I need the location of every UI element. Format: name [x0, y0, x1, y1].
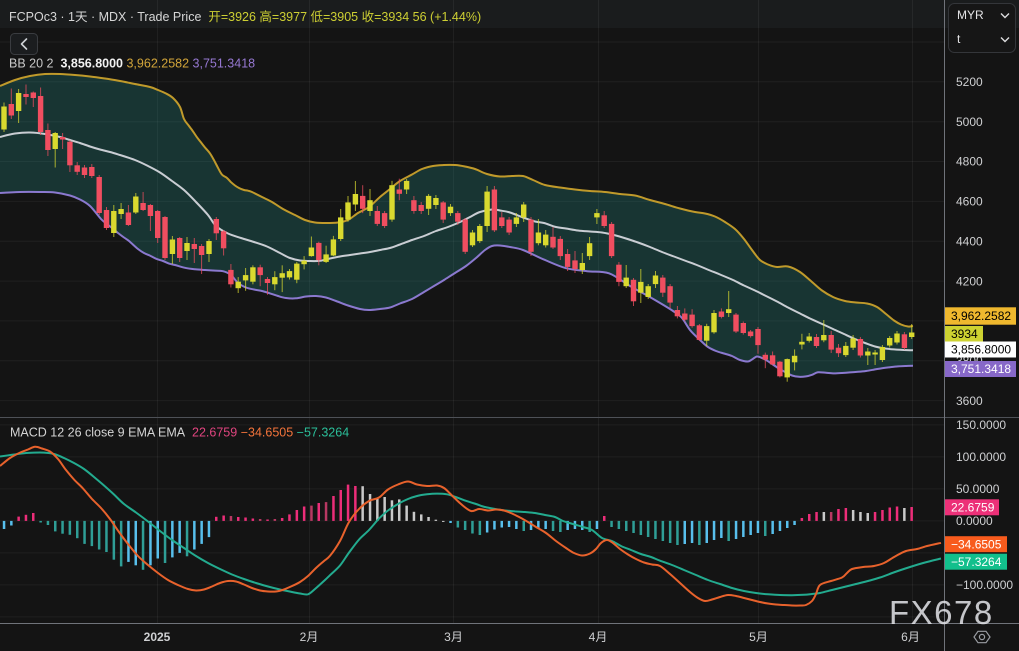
svg-text:3600: 3600 — [956, 394, 983, 408]
svg-text:22.6759: 22.6759 — [951, 501, 995, 515]
svg-text:3月: 3月 — [444, 630, 463, 644]
svg-text:FCPOc3 · 1天 · MDX · Trade Pric: FCPOc3 · 1天 · MDX · Trade Price 开=3926 高… — [9, 9, 481, 24]
svg-text:4200: 4200 — [956, 274, 983, 288]
svg-text:5月: 5月 — [749, 630, 768, 644]
svg-text:MYR: MYR — [957, 8, 984, 22]
svg-text:BB 20 2 3,856.8000 3,962.2582: BB 20 2 3,856.8000 3,962.2582 3,751.3418 — [9, 57, 255, 71]
svg-text:150.0000: 150.0000 — [956, 418, 1006, 432]
svg-text:−34.6505: −34.6505 — [951, 537, 1002, 551]
svg-text:4400: 4400 — [956, 234, 983, 248]
svg-text:MACD 12 26 close 9 EMA EMA 22: MACD 12 26 close 9 EMA EMA 22.6759 −34.6… — [10, 426, 349, 440]
svg-text:−100.0000: −100.0000 — [956, 578, 1013, 592]
svg-text:4月: 4月 — [589, 630, 608, 644]
svg-text:2月: 2月 — [300, 630, 319, 644]
svg-text:3,962.2582: 3,962.2582 — [951, 309, 1011, 323]
svg-text:50.0000: 50.0000 — [956, 482, 1000, 496]
svg-text:0.0000: 0.0000 — [956, 514, 993, 528]
svg-text:6月: 6月 — [901, 630, 920, 644]
svg-text:100.0000: 100.0000 — [956, 450, 1006, 464]
svg-text:3,856.8000: 3,856.8000 — [951, 343, 1011, 357]
svg-text:4800: 4800 — [956, 155, 983, 169]
svg-text:3,751.3418: 3,751.3418 — [951, 362, 1011, 376]
svg-text:5000: 5000 — [956, 115, 983, 129]
svg-text:3934: 3934 — [951, 327, 978, 341]
svg-text:2025: 2025 — [144, 630, 171, 644]
svg-text:4600: 4600 — [956, 195, 983, 209]
svg-text:FX678: FX678 — [889, 594, 994, 631]
svg-text:5200: 5200 — [956, 75, 983, 89]
svg-text:−57.3264: −57.3264 — [951, 555, 1002, 569]
